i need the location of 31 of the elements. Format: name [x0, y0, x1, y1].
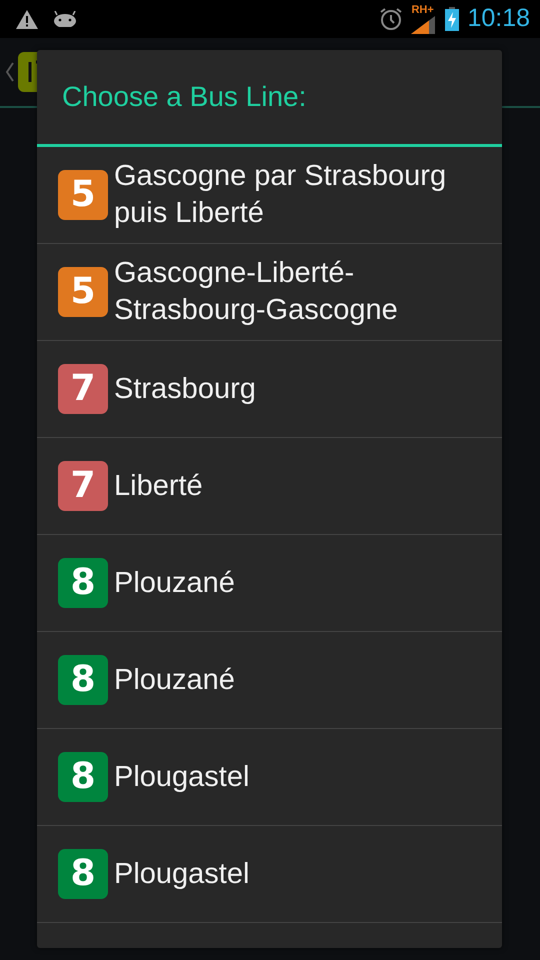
clock-time: 10:18 — [467, 3, 530, 34]
network-type-label: RH+ — [411, 4, 434, 16]
bus-line-name: Strasbourg — [114, 372, 256, 407]
android-icon — [54, 11, 76, 27]
bus-line-name: Plouzané — [114, 662, 235, 698]
back-caret-icon[interactable] — [6, 62, 14, 82]
line-number-badge: 7 — [58, 364, 108, 414]
battery-icon — [445, 7, 460, 31]
line-number-badge: 8 — [58, 558, 108, 608]
line-number-badge: 5 — [58, 267, 108, 317]
alarm-icon — [379, 7, 404, 31]
bus-line-item[interactable]: 8 Plougastel — [37, 826, 502, 923]
signal-icon — [411, 16, 436, 34]
warning-icon — [16, 10, 38, 28]
bus-line-name: Plouzané — [114, 566, 235, 601]
bus-line-item[interactable]: 8 Plougastel — [37, 729, 502, 826]
bus-line-item[interactable]: 8 Plouzané — [37, 632, 502, 729]
bus-line-name: Gascogne par Strasbourg puis Liberté — [114, 159, 448, 231]
dialog-title: Choose a Bus Line: — [37, 50, 502, 147]
bus-line-item[interactable]: 7 Strasbourg — [37, 341, 502, 438]
bus-line-name: Gascogne-Liberté-Strasbourg-Gascogne — [114, 256, 399, 328]
bus-line-name: Plougastel — [114, 856, 250, 892]
line-number-badge: 8 — [58, 849, 108, 899]
line-number-badge: 7 — [58, 461, 108, 511]
line-number-badge: 8 — [58, 752, 108, 802]
bus-line-item[interactable]: 8 Plouzané — [37, 535, 502, 632]
line-number-badge: 8 — [58, 655, 108, 705]
bus-line-item[interactable]: 7 Liberté — [37, 438, 502, 535]
bus-line-name: Plougastel — [114, 760, 250, 795]
line-number-badge: 5 — [58, 170, 108, 220]
bus-line-name: Liberté — [114, 468, 203, 504]
